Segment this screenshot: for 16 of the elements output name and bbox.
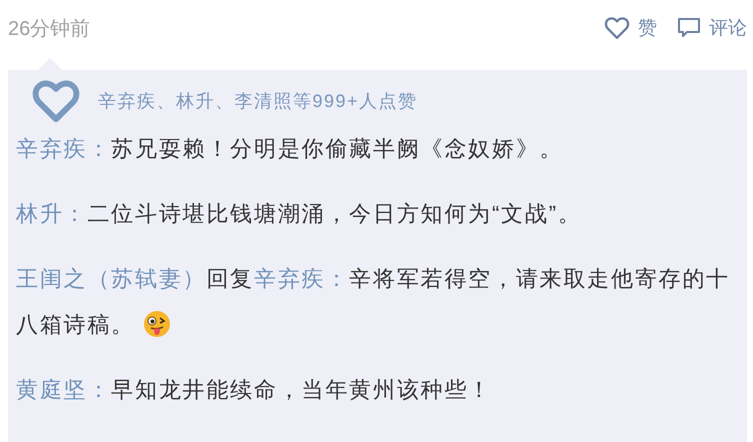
post-time: 26分钟前 bbox=[8, 16, 92, 42]
comment-text: 林升：二位斗诗堪比钱塘潮涌，今日方知何为“文战”。 bbox=[16, 200, 583, 228]
heart-icon bbox=[604, 16, 630, 40]
author-link[interactable]: 黄庭坚： bbox=[16, 377, 112, 402]
like-button[interactable]: 赞 bbox=[604, 15, 657, 41]
author-link[interactable]: 林升： bbox=[16, 201, 88, 226]
heart-icon bbox=[32, 79, 80, 123]
author-link[interactable]: 辛弃疾： bbox=[254, 266, 350, 291]
comment-text: 王闺之（苏轼妻）回复辛弃疾：辛将军若得空，请来取走他寄存的十八箱诗稿。 bbox=[16, 265, 732, 340]
author-link[interactable]: 王闺之（苏轼妻） bbox=[16, 266, 206, 291]
author-link[interactable]: 辛弃疾： bbox=[16, 136, 112, 161]
comment-text: 辛弃疾：苏兄耍赖！分明是你偷藏半阙《念奴娇》。 bbox=[16, 135, 564, 163]
comment-text: 黄庭坚：早知龙井能续命，当年黄州该种些！ bbox=[16, 376, 494, 404]
comment-button[interactable]: 评论 bbox=[677, 15, 747, 41]
comment-icon bbox=[677, 17, 701, 39]
likes-text: 辛弃疾、林升、李清照等999+人点赞 bbox=[98, 90, 418, 113]
